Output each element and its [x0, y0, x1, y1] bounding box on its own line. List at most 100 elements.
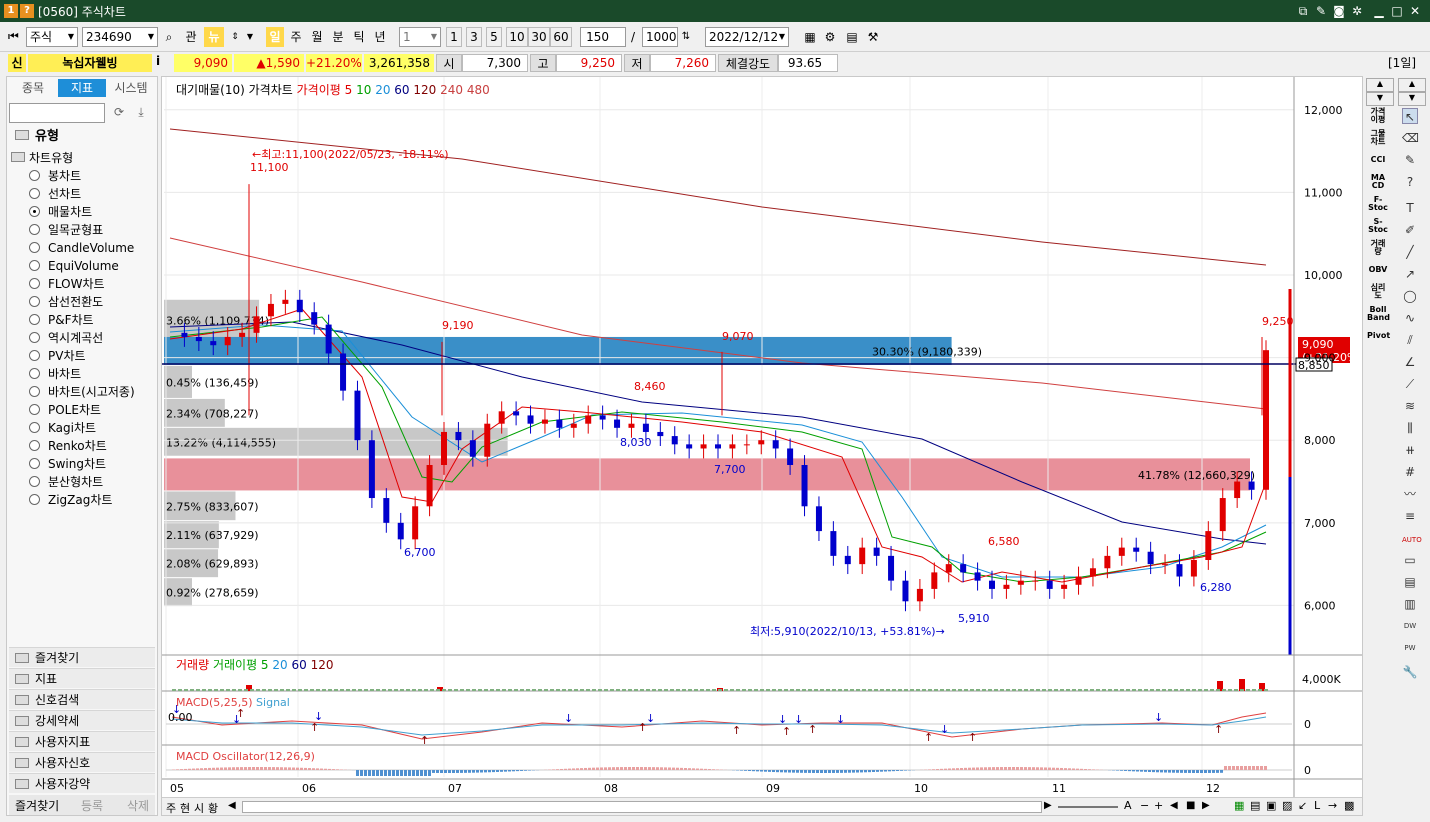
scroll-right-icon[interactable]: ▶	[1044, 800, 1052, 811]
period-week[interactable]: 주	[287, 27, 305, 47]
wavy-icon[interactable]: 〰	[1402, 486, 1418, 502]
memo-icon[interactable]: ✎	[1314, 4, 1328, 18]
excel-icon[interactable]: ▦	[1234, 799, 1244, 812]
tab-stock[interactable]: 종목	[9, 79, 57, 97]
accordion-0[interactable]: 즐겨찾기	[9, 647, 155, 667]
scroll-up-icon[interactable]: ▲	[1398, 78, 1426, 92]
line-icon[interactable]: L	[1314, 799, 1320, 812]
quick-30[interactable]: 30	[528, 27, 550, 47]
updown-icon[interactable]: ⇕	[228, 27, 242, 47]
gann-icon[interactable]: ∠	[1402, 354, 1418, 370]
chart-type-8[interactable]: P&F차트	[29, 311, 94, 329]
radio-button[interactable]	[29, 422, 40, 433]
indicator-bollinger[interactable]: Boll Band	[1367, 306, 1390, 322]
chevron-down-icon[interactable]: ▼	[244, 27, 256, 47]
quick-10[interactable]: 10	[506, 27, 528, 47]
text-icon[interactable]: T	[1402, 200, 1418, 216]
image-icon[interactable]: ▨	[1282, 799, 1292, 812]
indicator-price-ma[interactable]: 가격 이평	[1367, 108, 1389, 124]
camera-icon[interactable]: ◙	[1332, 4, 1346, 18]
spin-icon[interactable]: ⇅	[678, 27, 694, 47]
zoom-in-icon[interactable]: +	[1154, 799, 1163, 812]
help-icon[interactable]: ?	[1402, 174, 1418, 190]
prev-icon[interactable]: ◀	[1170, 800, 1178, 811]
radio-button[interactable]	[29, 440, 40, 451]
first-icon[interactable]: ⏮	[8, 27, 24, 45]
radio-button[interactable]	[29, 386, 40, 397]
fib-icon[interactable]: ≡	[1402, 508, 1418, 524]
quick-1[interactable]: 1	[446, 27, 462, 47]
brush-icon[interactable]: ✐	[1402, 222, 1418, 238]
scroll-down-icon[interactable]: ▼	[1398, 92, 1426, 106]
indicator-obv[interactable]: OBV	[1367, 266, 1389, 274]
market-select[interactable]: 주식 ▼	[26, 27, 78, 47]
indicator-cci[interactable]: CCI	[1367, 156, 1389, 164]
bottom-btn-status[interactable]: 황	[208, 800, 218, 816]
accordion-6[interactable]: 사용자강약	[9, 773, 155, 793]
radio-button[interactable]	[29, 476, 40, 487]
text-tool-icon[interactable]: A	[1124, 799, 1132, 812]
chart-type-14[interactable]: Kagi차트	[29, 419, 96, 437]
fan-icon[interactable]: ⟋	[1402, 376, 1418, 392]
auto-icon[interactable]: AUTO	[1402, 532, 1422, 548]
bar-chart-icon[interactable]: ▥	[1402, 596, 1418, 612]
grid-settings-icon[interactable]: ▩	[1344, 799, 1354, 812]
info-icon[interactable]: i	[156, 54, 166, 68]
indicator-search-input[interactable]	[9, 103, 105, 123]
code-input[interactable]: 234690 ▼	[82, 27, 158, 47]
chart-type-17[interactable]: 분산형차트	[29, 473, 103, 491]
pencil-icon[interactable]: ✎	[1402, 152, 1418, 168]
zoom-out-icon[interactable]: −	[1140, 799, 1149, 812]
tools-icon[interactable]: ⚒	[864, 27, 882, 47]
total-input[interactable]: 1000	[642, 27, 678, 47]
chart-type-13[interactable]: POLE차트	[29, 401, 101, 419]
settings-icon[interactable]: ✲	[1350, 4, 1364, 18]
wrench-icon[interactable]: 🔧	[1402, 664, 1418, 680]
dw-icon[interactable]: DW	[1402, 618, 1418, 634]
zoom-slider[interactable]	[1058, 806, 1118, 808]
scroll-down-icon[interactable]: ▼	[1366, 92, 1394, 106]
config-icon[interactable]: ⚙	[822, 27, 838, 47]
chart-type-6[interactable]: FLOW차트	[29, 275, 105, 293]
chart-type-4[interactable]: CandleVolume	[29, 239, 134, 257]
period-month[interactable]: 월	[308, 27, 326, 47]
indicator-macd[interactable]: MA CD	[1367, 174, 1389, 190]
search-icon[interactable]: ⌕	[160, 27, 178, 47]
register-button[interactable]: 등록	[81, 797, 103, 814]
radio-button[interactable]	[29, 350, 40, 361]
period-year[interactable]: 년	[371, 27, 389, 47]
arrow-icon[interactable]: ↙	[1298, 799, 1307, 812]
chart-type-9[interactable]: 역시계곡선	[29, 329, 103, 347]
close-icon[interactable]: ✕	[1408, 4, 1422, 18]
stop-icon[interactable]: ■	[1186, 800, 1195, 811]
chart-type-1[interactable]: 선차트	[29, 185, 81, 203]
tab-indicator[interactable]: 지표	[58, 79, 106, 97]
chart-type-0[interactable]: 봉차트	[29, 167, 81, 185]
bars-icon[interactable]: ⫼	[1402, 420, 1418, 436]
quick-60[interactable]: 60	[550, 27, 572, 47]
stock-name[interactable]: 녹십자웰빙	[28, 54, 152, 72]
eraser-icon[interactable]: ⌫	[1402, 130, 1419, 146]
horizontal-scrollbar[interactable]	[242, 801, 1042, 813]
radio-button[interactable]	[29, 368, 40, 379]
count-input[interactable]: 150	[580, 27, 626, 47]
layout-icon[interactable]: ▣	[1266, 799, 1276, 812]
date-select[interactable]: 2022/12/12 ▼	[705, 27, 789, 47]
bottom-btn-current[interactable]: 현	[180, 800, 190, 816]
radio-button[interactable]	[29, 188, 40, 199]
radio-button[interactable]	[29, 458, 40, 469]
wave-icon[interactable]: ∿	[1402, 310, 1418, 326]
period-day[interactable]: 일	[266, 27, 284, 47]
help-badge[interactable]: ?	[20, 4, 34, 18]
indicator-net-chart[interactable]: 그물 차트	[1367, 130, 1389, 146]
radio-button[interactable]	[29, 332, 40, 343]
next-icon[interactable]: ▶	[1202, 800, 1210, 811]
cross-icon[interactable]: ⧺	[1402, 442, 1418, 458]
chart-type-2[interactable]: 매물차트	[29, 203, 92, 221]
chart-type-5[interactable]: EquiVolume	[29, 257, 119, 275]
group-type[interactable]: 유형	[9, 127, 155, 147]
quick-3[interactable]: 3	[466, 27, 482, 47]
save-icon[interactable]: ▤	[844, 27, 860, 47]
delete-button[interactable]: 삭제	[127, 797, 149, 814]
indicator-volume[interactable]: 거래 량	[1367, 240, 1389, 256]
